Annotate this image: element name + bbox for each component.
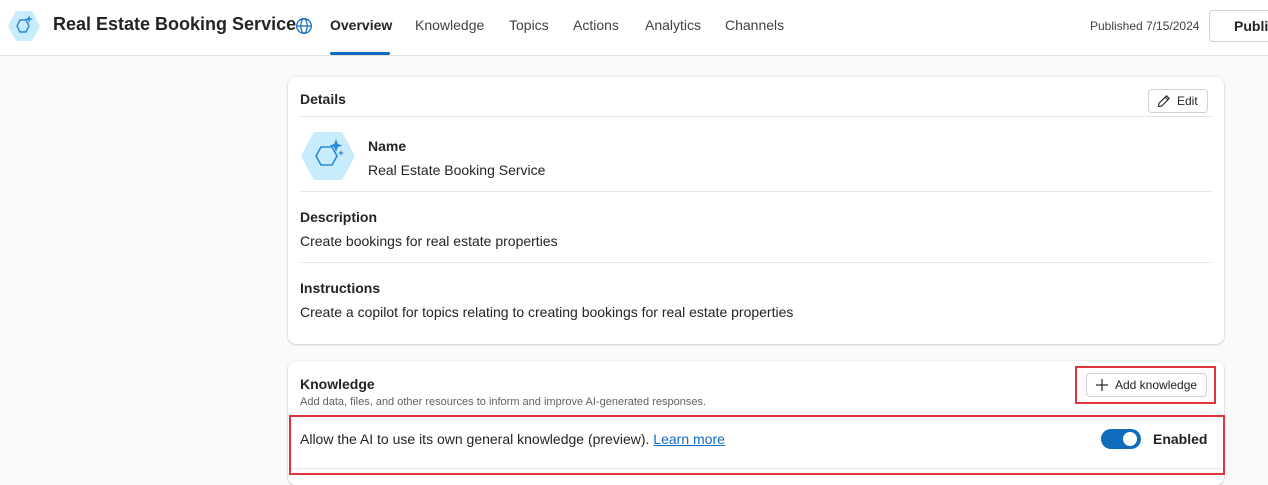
app-title: Real Estate Booking Service [53,14,297,34]
add-knowledge-label: Add knowledge [1115,378,1198,392]
divider [300,262,1212,263]
top-bar: Real Estate Booking Service Overview Kno… [0,0,1268,56]
copilot-avatar-icon [301,132,355,180]
published-status: Published 7/15/2024 [1090,19,1200,33]
copilot-hexagon-icon[interactable] [7,9,41,43]
learn-more-link[interactable]: Learn more [653,431,725,447]
knowledge-subtitle: Add data, files, and other resources to … [300,396,707,408]
divider [300,116,1212,117]
toggle-state-label: Enabled [1153,431,1208,447]
general-knowledge-toggle[interactable] [1101,429,1141,449]
tab-analytics[interactable]: Analytics [645,17,701,33]
tab-overview[interactable]: Overview [330,17,392,33]
publish-button[interactable]: Publis [1209,10,1268,42]
tab-topics[interactable]: Topics [509,17,549,33]
general-knowledge-row: Allow the AI to use its own general know… [300,431,725,447]
description-label: Description [300,209,378,225]
pencil-icon [1157,95,1170,108]
globe-icon[interactable] [295,17,313,35]
instructions-label: Instructions [300,280,381,296]
knowledge-title: Knowledge [300,376,375,392]
tab-channels[interactable]: Channels [725,17,784,33]
instructions-value: Create a copilot for topics relating to … [300,304,794,320]
toggle-knob [1123,432,1137,446]
name-label: Name [368,138,407,154]
details-card: Details Edit Name Real Estate Booking Se… [288,77,1224,344]
divider [300,191,1212,192]
description-value: Create bookings for real estate properti… [300,233,558,249]
divider [290,468,1222,469]
edit-button-label: Edit [1177,94,1198,108]
knowledge-card: Knowledge Add data, files, and other res… [288,361,1224,485]
details-title: Details [300,91,346,107]
tab-actions[interactable]: Actions [573,17,619,33]
plus-icon [1096,379,1108,391]
active-tab-indicator [330,52,390,55]
edit-button[interactable]: Edit [1148,89,1208,113]
name-value: Real Estate Booking Service [368,162,546,178]
general-knowledge-text: Allow the AI to use its own general know… [300,431,650,447]
tab-knowledge[interactable]: Knowledge [415,17,484,33]
add-knowledge-button[interactable]: Add knowledge [1086,373,1208,397]
